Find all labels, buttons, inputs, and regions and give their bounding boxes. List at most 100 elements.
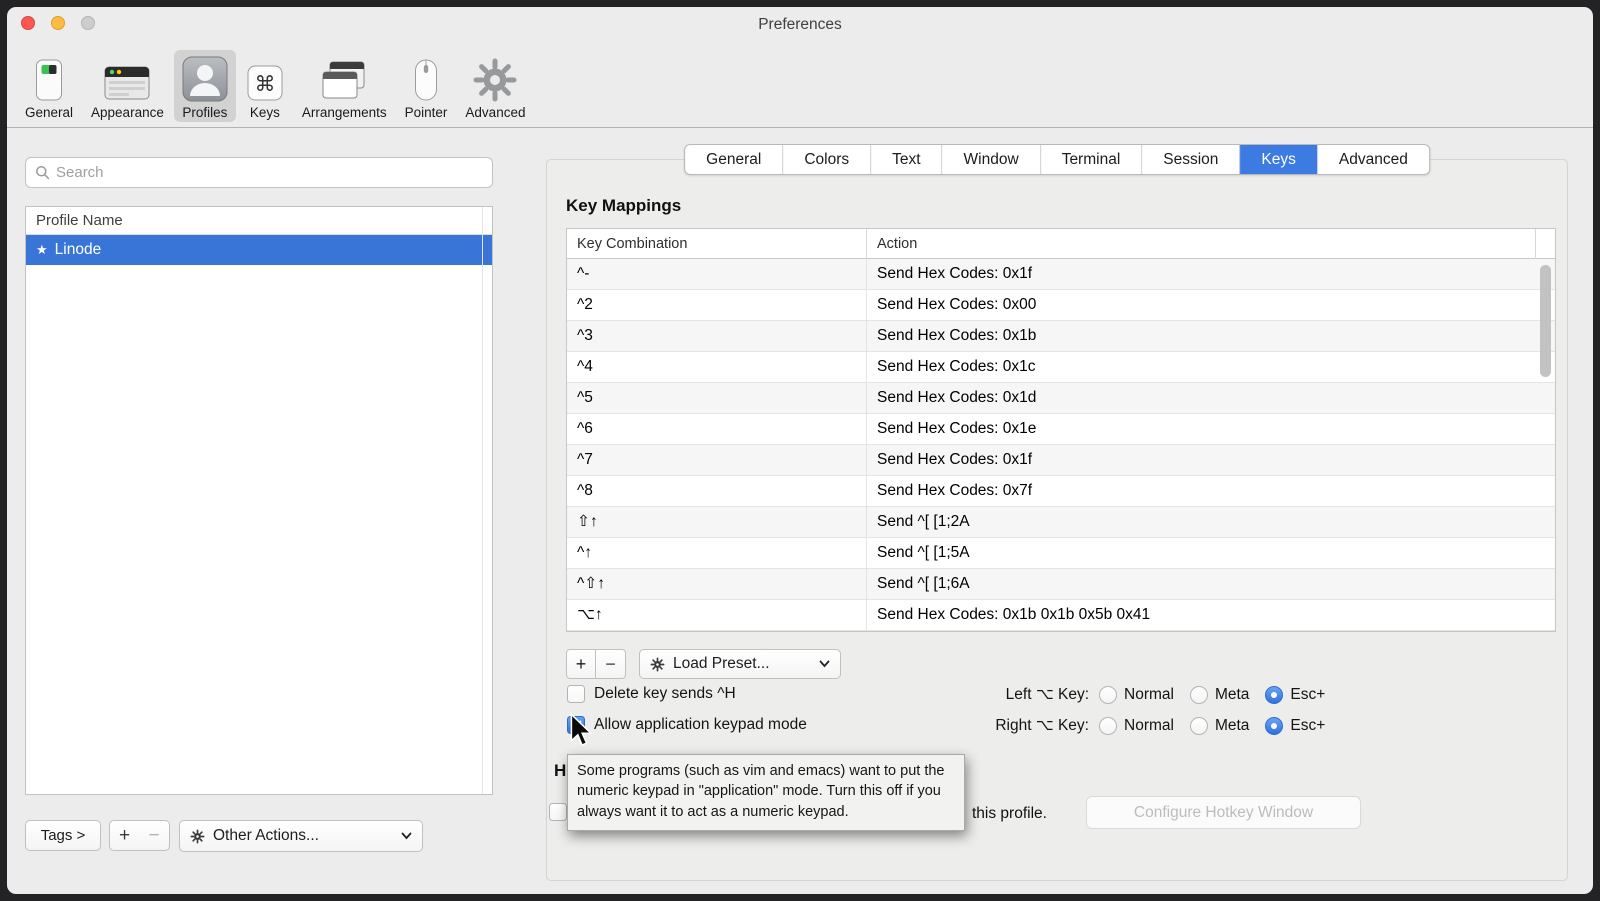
window-title: Preferences	[7, 16, 1593, 34]
key-mapping-row[interactable]: ^3 Send Hex Codes: 0x1b	[567, 321, 1555, 352]
key-mapping-row[interactable]: ^⇧↑ Send ^[ [1;6A	[567, 569, 1555, 600]
key-mapping-row[interactable]: ^↑ Send ^[ [1;5A	[567, 538, 1555, 569]
profile-list-header[interactable]: Profile Name	[26, 207, 492, 235]
tab-window[interactable]: Window	[942, 145, 1040, 174]
right-option-esc-radio[interactable]	[1265, 717, 1283, 735]
key-mappings-rows: ^- Send Hex Codes: 0x1f ^2 Send Hex Code…	[567, 259, 1555, 631]
tab-session[interactable]: Session	[1141, 145, 1239, 174]
key-combination-cell: ⇧↑	[567, 507, 867, 537]
key-mappings-table: Key Combination Action ^- Send Hex Codes…	[566, 228, 1556, 632]
search-field[interactable]	[25, 157, 493, 188]
tab-advanced[interactable]: Advanced	[1317, 145, 1429, 174]
titlebar: Preferences	[7, 7, 1593, 43]
tab-colors[interactable]: Colors	[782, 145, 870, 174]
toolbar-item-label: General	[25, 105, 73, 120]
action-cell: Send Hex Codes: 0x1f	[867, 445, 1555, 475]
star-icon: ★	[36, 242, 48, 258]
key-combination-cell: ^2	[567, 290, 867, 320]
gear-icon	[650, 657, 665, 672]
left-option-meta-radio[interactable]	[1190, 686, 1208, 704]
add-key-mapping-button[interactable]: +	[566, 649, 596, 679]
keypad-mode-label: Allow application keypad mode	[594, 716, 807, 734]
key-combination-cell: ^-	[567, 259, 867, 289]
key-mappings-controls: + − Load Preset...	[566, 649, 841, 679]
action-cell: Send ^[ [1;5A	[867, 538, 1555, 568]
appearance-icon	[104, 54, 150, 102]
chevron-down-icon	[401, 832, 412, 840]
toolbar-item-label: Profiles	[182, 105, 227, 120]
remove-key-mapping-button[interactable]: −	[596, 649, 626, 679]
toolbar-item-label: Appearance	[91, 105, 164, 120]
key-mapping-row[interactable]: ^- Send Hex Codes: 0x1f	[567, 259, 1555, 290]
preferences-window: Preferences General	[7, 7, 1593, 894]
key-mappings-title: Key Mappings	[566, 196, 681, 216]
other-actions-dropdown[interactable]: Other Actions...	[179, 820, 423, 852]
key-combination-cell: ^6	[567, 414, 867, 444]
radio-label: Esc+	[1290, 717, 1325, 735]
toolbar-item-appearance[interactable]: Appearance	[83, 50, 172, 122]
toolbar-item-advanced[interactable]: Advanced	[457, 50, 533, 122]
action-cell: Send Hex Codes: 0x1b 0x1b 0x5b 0x41	[867, 600, 1555, 630]
action-cell: Send Hex Codes: 0x1f	[867, 259, 1555, 289]
radio-label: Meta	[1215, 717, 1249, 735]
profile-tabs: General Colors Text Window Terminal Sess…	[684, 144, 1430, 175]
action-cell: Send Hex Codes: 0x1b	[867, 321, 1555, 351]
search-input[interactable]	[56, 164, 483, 181]
toolbar-item-label: Keys	[250, 105, 280, 120]
key-mapping-row[interactable]: ^8 Send Hex Codes: 0x7f	[567, 476, 1555, 507]
toolbar-item-arrangements[interactable]: Arrangements	[294, 50, 395, 122]
load-preset-dropdown[interactable]: Load Preset...	[639, 649, 841, 679]
preferences-toolbar: General Appearance	[7, 43, 1593, 128]
right-option-normal-radio[interactable]	[1099, 717, 1117, 735]
advanced-icon	[473, 54, 517, 102]
key-mapping-row[interactable]: ⌥↑ Send Hex Codes: 0x1b 0x1b 0x5b 0x41	[567, 600, 1555, 631]
tab-text[interactable]: Text	[870, 145, 941, 174]
toolbar-item-label: Arrangements	[302, 105, 387, 120]
toolbar-item-general[interactable]: General	[17, 50, 81, 122]
tab-general[interactable]: General	[685, 145, 782, 174]
key-mapping-row[interactable]: ^4 Send Hex Codes: 0x1c	[567, 352, 1555, 383]
column-header-key-combination[interactable]: Key Combination	[567, 229, 867, 258]
toolbar-item-keys[interactable]: ⌘ Keys	[238, 50, 292, 122]
left-option-key-group: Left ⌥ Key: Normal Meta Esc+	[957, 685, 1341, 704]
table-scrollbar-thumb[interactable]	[1540, 265, 1551, 377]
svg-text:⌘: ⌘	[254, 72, 275, 96]
tab-keys[interactable]: Keys	[1239, 145, 1316, 174]
hotkey-checkbox[interactable]	[549, 803, 567, 821]
key-mapping-row[interactable]: ⇧↑ Send ^[ [1;2A	[567, 507, 1555, 538]
delete-key-checkbox[interactable]	[567, 685, 585, 703]
profile-list-column-divider	[482, 207, 483, 794]
tags-button[interactable]: Tags >	[25, 820, 101, 851]
radio-label: Normal	[1124, 686, 1174, 704]
toolbar-item-profiles[interactable]: Profiles	[174, 50, 236, 122]
key-mapping-row[interactable]: ^2 Send Hex Codes: 0x00	[567, 290, 1555, 321]
key-mapping-row[interactable]: ^7 Send Hex Codes: 0x1f	[567, 445, 1555, 476]
toolbar-item-label: Advanced	[465, 105, 525, 120]
add-profile-button[interactable]: +	[109, 820, 140, 851]
key-mapping-row[interactable]: ^5 Send Hex Codes: 0x1d	[567, 383, 1555, 414]
configure-hotkey-window-button[interactable]: Configure Hotkey Window	[1086, 796, 1361, 829]
key-combination-cell: ⌥↑	[567, 600, 867, 630]
toolbar-item-label: Pointer	[405, 105, 448, 120]
column-header-action[interactable]: Action	[867, 229, 1555, 258]
tab-terminal[interactable]: Terminal	[1040, 145, 1142, 174]
profiles-icon	[182, 54, 228, 102]
delete-key-option: Delete key sends ^H	[567, 685, 736, 703]
left-option-normal-radio[interactable]	[1099, 686, 1117, 704]
remove-profile-button[interactable]: −	[139, 820, 170, 851]
right-option-meta-radio[interactable]	[1190, 717, 1208, 735]
profile-row-linode[interactable]: ★ Linode	[26, 235, 492, 265]
profile-settings-panel: General Colors Text Window Terminal Sess…	[546, 159, 1568, 881]
action-cell: Send Hex Codes: 0x00	[867, 290, 1555, 320]
keypad-mode-option: Allow application keypad mode	[567, 716, 807, 734]
key-combination-cell: ^4	[567, 352, 867, 382]
left-option-esc-radio[interactable]	[1265, 686, 1283, 704]
action-cell: Send Hex Codes: 0x7f	[867, 476, 1555, 506]
key-mapping-row[interactable]: ^6 Send Hex Codes: 0x1e	[567, 414, 1555, 445]
toolbar-item-pointer[interactable]: Pointer	[397, 50, 456, 122]
radio-label: Esc+	[1290, 686, 1325, 704]
hotkey-heading-partial: H	[554, 761, 566, 781]
key-combination-cell: ^7	[567, 445, 867, 475]
action-cell: Send Hex Codes: 0x1d	[867, 383, 1555, 413]
search-icon	[35, 165, 50, 180]
